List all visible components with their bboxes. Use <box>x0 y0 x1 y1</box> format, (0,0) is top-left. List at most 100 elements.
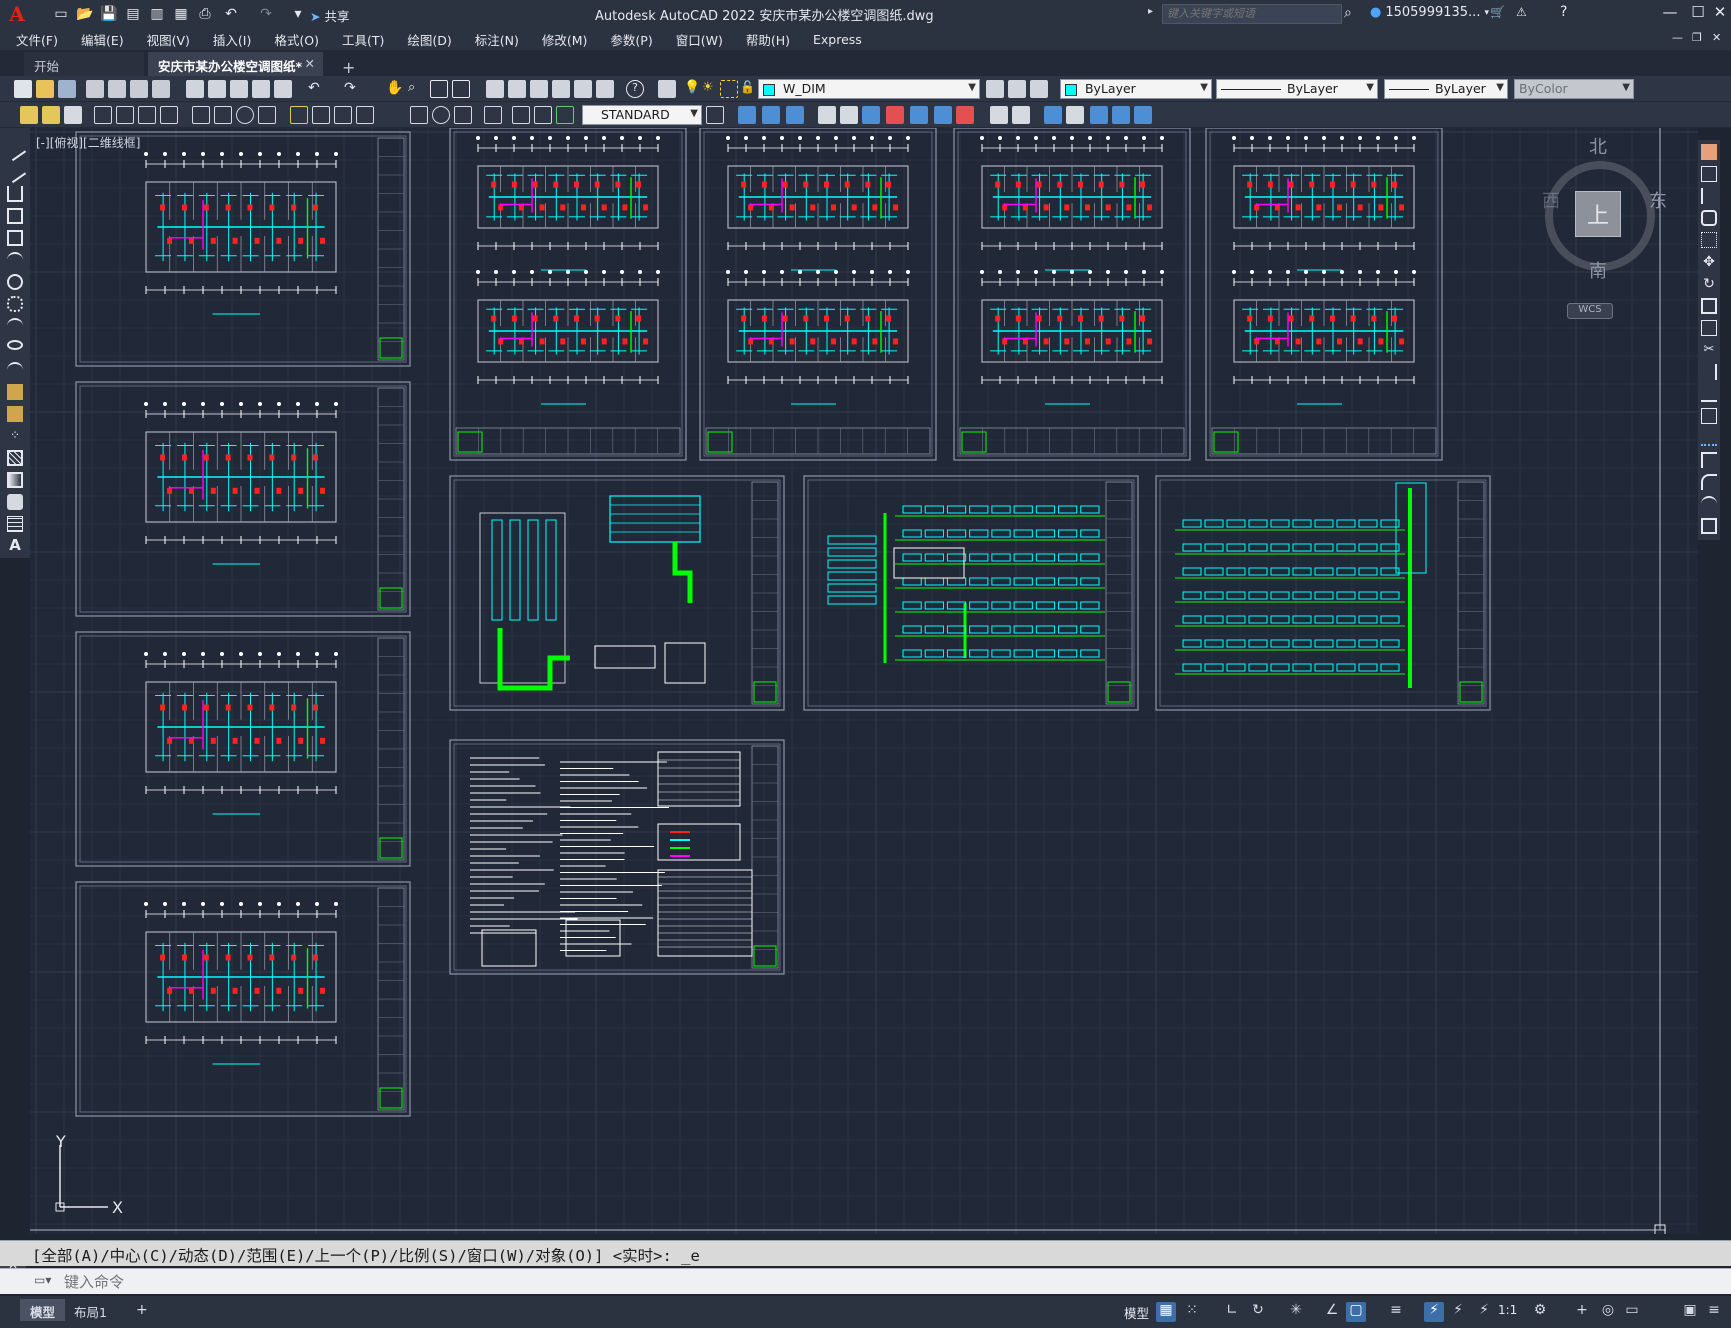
search-icon[interactable]: ⌕ <box>1344 5 1352 21</box>
polyline-icon[interactable] <box>7 186 23 202</box>
redo-icon[interactable]: ↷ <box>344 80 362 98</box>
doc-close-button[interactable]: ✕ <box>1712 31 1721 44</box>
help-icon[interactable]: ? <box>626 80 644 98</box>
doc-restore-button[interactable]: ❐ <box>1692 31 1702 44</box>
gradient-icon[interactable] <box>7 472 23 488</box>
polygon-icon[interactable] <box>7 208 23 224</box>
extend-icon[interactable] <box>956 106 974 124</box>
viewcube[interactable]: 北 南 东 西 上 WCS <box>1517 133 1677 323</box>
inspect-icon[interactable] <box>410 106 428 124</box>
spline-icon[interactable] <box>7 318 23 334</box>
color-combo[interactable]: ByLayer ▼ <box>1060 79 1212 99</box>
dim-edit-icon[interactable] <box>454 106 472 124</box>
design-center-icon[interactable] <box>508 80 526 98</box>
add-layout-button[interactable]: + <box>126 1299 158 1321</box>
customize-icon[interactable]: ≡ <box>1704 1302 1724 1322</box>
mirror-icon[interactable] <box>786 106 804 124</box>
dim-linear-icon[interactable] <box>20 106 38 124</box>
stretch-icon[interactable] <box>910 106 928 124</box>
paste-icon[interactable] <box>230 80 248 98</box>
dim-ordinate-icon[interactable] <box>94 106 112 124</box>
annotation-visibility-icon[interactable]: ⚡ <box>1424 1302 1444 1322</box>
erase-icon[interactable] <box>1701 144 1717 160</box>
properties-icon[interactable] <box>486 80 504 98</box>
wcs-menu[interactable]: WCS <box>1567 303 1613 319</box>
undo-icon[interactable]: ↶ <box>220 3 242 25</box>
chamfer-icon[interactable] <box>1701 452 1717 468</box>
dim-arc-icon[interactable] <box>64 106 82 124</box>
sheet-set-icon[interactable] <box>552 80 570 98</box>
arc-icon[interactable] <box>7 252 23 268</box>
tab-layout1[interactable]: 布局1 <box>64 1299 117 1321</box>
close-tab-icon[interactable]: ✕ <box>305 56 315 71</box>
close-button[interactable]: ✕ <box>1706 3 1731 25</box>
viewcube-face-top[interactable]: 上 <box>1575 191 1621 237</box>
annotation-scale-value[interactable]: 1:1 <box>1498 1303 1517 1317</box>
pan-icon[interactable]: ✋ <box>386 80 404 98</box>
move-icon[interactable] <box>738 106 756 124</box>
dim-continue-icon[interactable] <box>258 106 276 124</box>
mirror-icon[interactable] <box>1701 188 1717 204</box>
add-icon[interactable]: + <box>1572 1302 1592 1322</box>
layer-previous-icon[interactable] <box>1008 80 1026 98</box>
open-icon[interactable] <box>36 80 54 98</box>
tool-palettes-icon[interactable] <box>530 80 548 98</box>
ortho-icon[interactable]: ∟ <box>1222 1302 1242 1322</box>
dim-reassociate-icon[interactable] <box>534 106 552 124</box>
layer-lock-icon[interactable]: 🔓 <box>740 80 758 98</box>
blend-icon[interactable] <box>1112 106 1130 124</box>
autodesk-app-icon[interactable]: ⚠ <box>1516 5 1527 19</box>
menu-insert[interactable]: 插入(I) <box>213 30 251 49</box>
layer-on-icon[interactable]: 💡 <box>684 80 702 98</box>
plotstyle-combo[interactable]: ByColor ▼ <box>1514 79 1634 99</box>
rotate-icon[interactable]: ↻ <box>1701 276 1717 292</box>
menu-tools[interactable]: 工具(T) <box>342 30 384 49</box>
open-file-icon[interactable]: 📂 <box>74 3 96 25</box>
dim-override-icon[interactable] <box>706 106 724 124</box>
array-icon[interactable] <box>840 106 858 124</box>
new-file-icon[interactable]: ▭ <box>50 3 72 25</box>
3d-print-icon[interactable] <box>152 80 170 98</box>
auto-scale-icon[interactable]: ⚡ <box>1448 1302 1468 1322</box>
preview-icon[interactable] <box>108 80 126 98</box>
menu-file[interactable]: 文件(F) <box>16 30 58 49</box>
menu-parametric[interactable]: 参数(P) <box>610 30 652 49</box>
dim-baseline-icon[interactable] <box>236 106 254 124</box>
multiline-text-icon[interactable]: A <box>7 536 23 554</box>
chamfer-icon[interactable] <box>1012 106 1030 124</box>
command-prompt-icon[interactable]: ▭▾ <box>34 1273 51 1287</box>
dim-space-icon[interactable] <box>290 106 308 124</box>
ellipse-icon[interactable] <box>7 340 23 350</box>
move-icon[interactable]: ✥ <box>1701 254 1717 270</box>
zoom-window-icon[interactable] <box>430 80 448 98</box>
scale-icon[interactable] <box>886 106 904 124</box>
break-at-point-icon[interactable] <box>1701 386 1717 402</box>
cut-icon[interactable] <box>186 80 204 98</box>
trim-icon[interactable]: ✂ <box>1701 342 1717 358</box>
command-input[interactable] <box>64 1272 1664 1292</box>
trim-icon[interactable] <box>934 106 952 124</box>
undo-icon[interactable]: ↶ <box>308 80 326 98</box>
polar-tracking-icon[interactable]: ↻ <box>1248 1302 1268 1322</box>
region-icon[interactable] <box>7 494 23 510</box>
minimize-button[interactable]: — <box>1656 3 1684 25</box>
menu-format[interactable]: 格式(O) <box>274 30 319 49</box>
erase-icon[interactable] <box>1134 106 1152 124</box>
dim-radius-icon[interactable] <box>116 106 134 124</box>
dim-update-icon[interactable] <box>512 106 530 124</box>
workspace-gear-icon[interactable]: ⚙ <box>1530 1302 1550 1322</box>
tab-model[interactable]: 模型 <box>20 1299 66 1321</box>
ellipse-arc-icon[interactable] <box>7 362 23 378</box>
layer-combo[interactable]: W_DIM ▼ <box>758 79 980 99</box>
zoom-previous-icon[interactable] <box>452 80 470 98</box>
fillet-icon[interactable] <box>990 106 1008 124</box>
explode-icon[interactable] <box>1044 106 1062 124</box>
layer-viewport-icon[interactable] <box>720 80 738 98</box>
model-space-button[interactable]: 模型 <box>1124 1303 1149 1322</box>
open-web-icon[interactable]: ▥ <box>146 3 168 25</box>
snap-icon[interactable]: ⁙ <box>1182 1302 1202 1322</box>
point-icon[interactable]: ⁘ <box>7 428 23 444</box>
quick-dim-icon[interactable] <box>214 106 232 124</box>
menu-window[interactable]: 窗口(W) <box>676 30 723 49</box>
quick-access-menu-icon[interactable]: ▾ <box>287 3 309 25</box>
